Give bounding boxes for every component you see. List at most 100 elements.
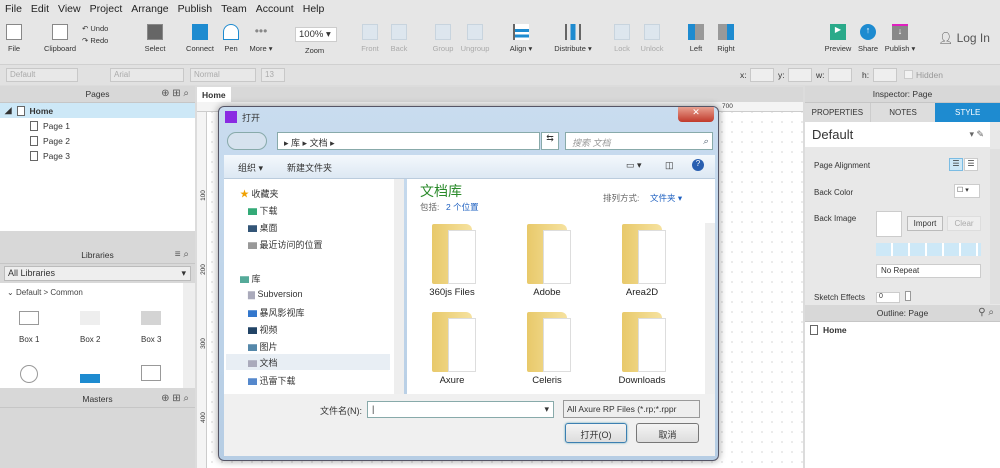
menu-publish[interactable]: Publish <box>178 3 212 15</box>
nav-item[interactable]: ▆ 迅雷下载 <box>248 374 296 387</box>
folder-item[interactable]: Celeris <box>502 312 592 386</box>
tab-properties[interactable]: PROPERTIES <box>805 103 870 122</box>
page-item-home[interactable]: ◢ Home <box>0 103 195 118</box>
nav-scrollbar[interactable] <box>394 179 404 394</box>
path-segment[interactable]: 文档 <box>310 138 328 148</box>
tab-home[interactable]: Home <box>197 87 231 102</box>
new-folder-button[interactable]: 新建文件夹 <box>287 161 332 174</box>
style-selector[interactable]: Default ▾ ✎ <box>805 122 990 147</box>
preview-pane-icon[interactable]: ◫ <box>665 160 674 171</box>
organize-button[interactable]: 组织 ▾ <box>238 161 263 174</box>
right-panel-button[interactable]: Right <box>706 24 746 53</box>
path-segment[interactable]: 库 <box>291 138 300 148</box>
library-group[interactable]: ⌄ Default > Common <box>0 283 195 302</box>
nav-item[interactable]: ▆ 最近访问的位置 <box>248 238 323 251</box>
repeat-select[interactable]: No Repeat <box>876 264 981 278</box>
close-button[interactable]: ✕ <box>678 107 714 122</box>
filename-input[interactable]: | ▾ <box>367 401 554 418</box>
select-button[interactable]: Select <box>135 24 175 53</box>
image-widget[interactable] <box>80 365 100 383</box>
align-button[interactable]: Align ▾ <box>501 24 541 53</box>
tab-notes[interactable]: NOTES <box>869 103 936 122</box>
sketch-input[interactable]: 0 <box>876 292 900 303</box>
zoom-select[interactable]: 100% ▾ <box>295 27 337 42</box>
library-menu-icon[interactable]: ≡ ⌕ <box>175 249 189 260</box>
help-icon[interactable]: ? <box>692 159 704 171</box>
ellipse-widget[interactable] <box>20 365 38 383</box>
library-scrollbar[interactable] <box>183 283 195 388</box>
refresh-button[interactable]: ⇆ <box>541 132 559 150</box>
address-bar[interactable]: ▸ 库 ▸ 文档 ▸ <box>277 132 540 150</box>
font-select[interactable]: Arial <box>110 68 184 82</box>
clear-button[interactable]: Clear <box>947 216 981 231</box>
nav-item[interactable]: ▆ 桌面 <box>248 221 278 234</box>
nav-library[interactable]: ▆ 库 <box>240 272 261 285</box>
nav-favorites[interactable]: ★ 收藏夹 <box>240 187 279 200</box>
login-button[interactable]: 👤︎ Log In <box>938 31 990 45</box>
file-list-scrollbar[interactable] <box>705 223 715 394</box>
folder-item[interactable]: Downloads <box>597 312 687 386</box>
folder-item[interactable]: 360js Files <box>407 224 497 298</box>
folder-item[interactable]: Adobe <box>502 224 592 298</box>
style-select[interactable]: Default <box>6 68 78 82</box>
page-item[interactable]: Page 1 <box>0 118 195 133</box>
file-button[interactable]: File <box>0 24 34 53</box>
menu-arrange[interactable]: Arrange <box>131 3 168 15</box>
back-image-preview[interactable] <box>876 211 902 237</box>
w-input[interactable] <box>828 68 852 82</box>
menu-account[interactable]: Account <box>256 3 294 15</box>
align-left-button[interactable]: ☰ <box>949 158 963 171</box>
x-input[interactable] <box>750 68 774 82</box>
nav-item[interactable]: ▆ 下载 <box>248 204 278 217</box>
h-input[interactable] <box>873 68 897 82</box>
ungroup-button[interactable]: Ungroup <box>455 24 495 53</box>
view-options-icon[interactable]: ▭ ▾ <box>626 160 642 171</box>
menu-view[interactable]: View <box>58 3 81 15</box>
page-item[interactable]: Page 2 <box>0 133 195 148</box>
box2-widget[interactable] <box>80 311 100 325</box>
menu-project[interactable]: Project <box>90 3 123 15</box>
menu-team[interactable]: Team <box>221 3 247 15</box>
cancel-button[interactable]: 取消 <box>636 423 699 443</box>
menu-help[interactable]: Help <box>303 3 325 15</box>
nav-item[interactable]: ▆ Subversion <box>248 289 302 300</box>
menu-edit[interactable]: Edit <box>31 3 49 15</box>
image-alignment-buttons[interactable] <box>876 243 981 256</box>
outline-filter-icon[interactable]: ⚲ ⌕ <box>978 307 994 318</box>
tab-style[interactable]: STYLE <box>935 103 1000 122</box>
box3-widget[interactable] <box>141 311 161 325</box>
size-select[interactable]: 13 <box>261 68 285 82</box>
nav-item[interactable]: ▆ 图片 <box>248 340 278 353</box>
nav-item[interactable]: ▆ 暴风影视库 <box>248 306 305 319</box>
folder-item[interactable]: Axure <box>407 312 497 386</box>
clipboard-button[interactable]: Clipboard <box>40 24 80 53</box>
import-button[interactable]: Import <box>907 216 943 231</box>
nav-item[interactable]: ▆ 视频 <box>248 323 278 336</box>
back-button[interactable]: Back <box>379 24 419 53</box>
locations-link[interactable]: 2 个位置 <box>446 201 479 213</box>
align-center-button[interactable]: ☰ <box>964 158 978 171</box>
sort-dropdown[interactable]: 文件夹 ▾ <box>650 192 682 204</box>
style-edit-icon[interactable]: ▾ ✎ <box>969 129 984 140</box>
unlock-button[interactable]: Unlock <box>632 24 672 53</box>
page-actions-icon[interactable]: ⊕ ⊞ ⌕ <box>161 88 189 99</box>
nav-item-selected[interactable]: ▆ 文档 <box>226 354 390 370</box>
master-actions-icon[interactable]: ⊕ ⊞ ⌕ <box>161 393 189 404</box>
filetype-select[interactable]: All Axure RP Files (*.rp;*.rppr <box>563 400 700 418</box>
box1-widget[interactable] <box>19 311 39 325</box>
sketch-slider[interactable] <box>905 291 911 301</box>
placeholder-widget[interactable] <box>141 365 161 381</box>
undo-button[interactable]: ↶ Undo <box>82 23 108 35</box>
hidden-checkbox[interactable] <box>904 70 913 79</box>
inspector-scrollbar[interactable] <box>990 149 1000 304</box>
redo-button[interactable]: ↷ Redo <box>82 35 108 47</box>
publish-button[interactable]: ↓ Publish ▾ <box>880 24 920 53</box>
search-input[interactable]: 搜索 文档 ⌕ <box>565 132 713 150</box>
back-forward-buttons[interactable] <box>227 132 267 150</box>
outline-item-home[interactable]: Home <box>805 322 1000 337</box>
open-button[interactable]: 打开(O) <box>565 423 627 443</box>
distribute-button[interactable]: Distribute ▾ <box>551 24 595 53</box>
page-item[interactable]: Page 3 <box>0 148 195 163</box>
back-color-picker[interactable]: ☐ ▾ <box>954 184 980 198</box>
library-select[interactable]: All Libraries ▾ <box>4 266 191 281</box>
